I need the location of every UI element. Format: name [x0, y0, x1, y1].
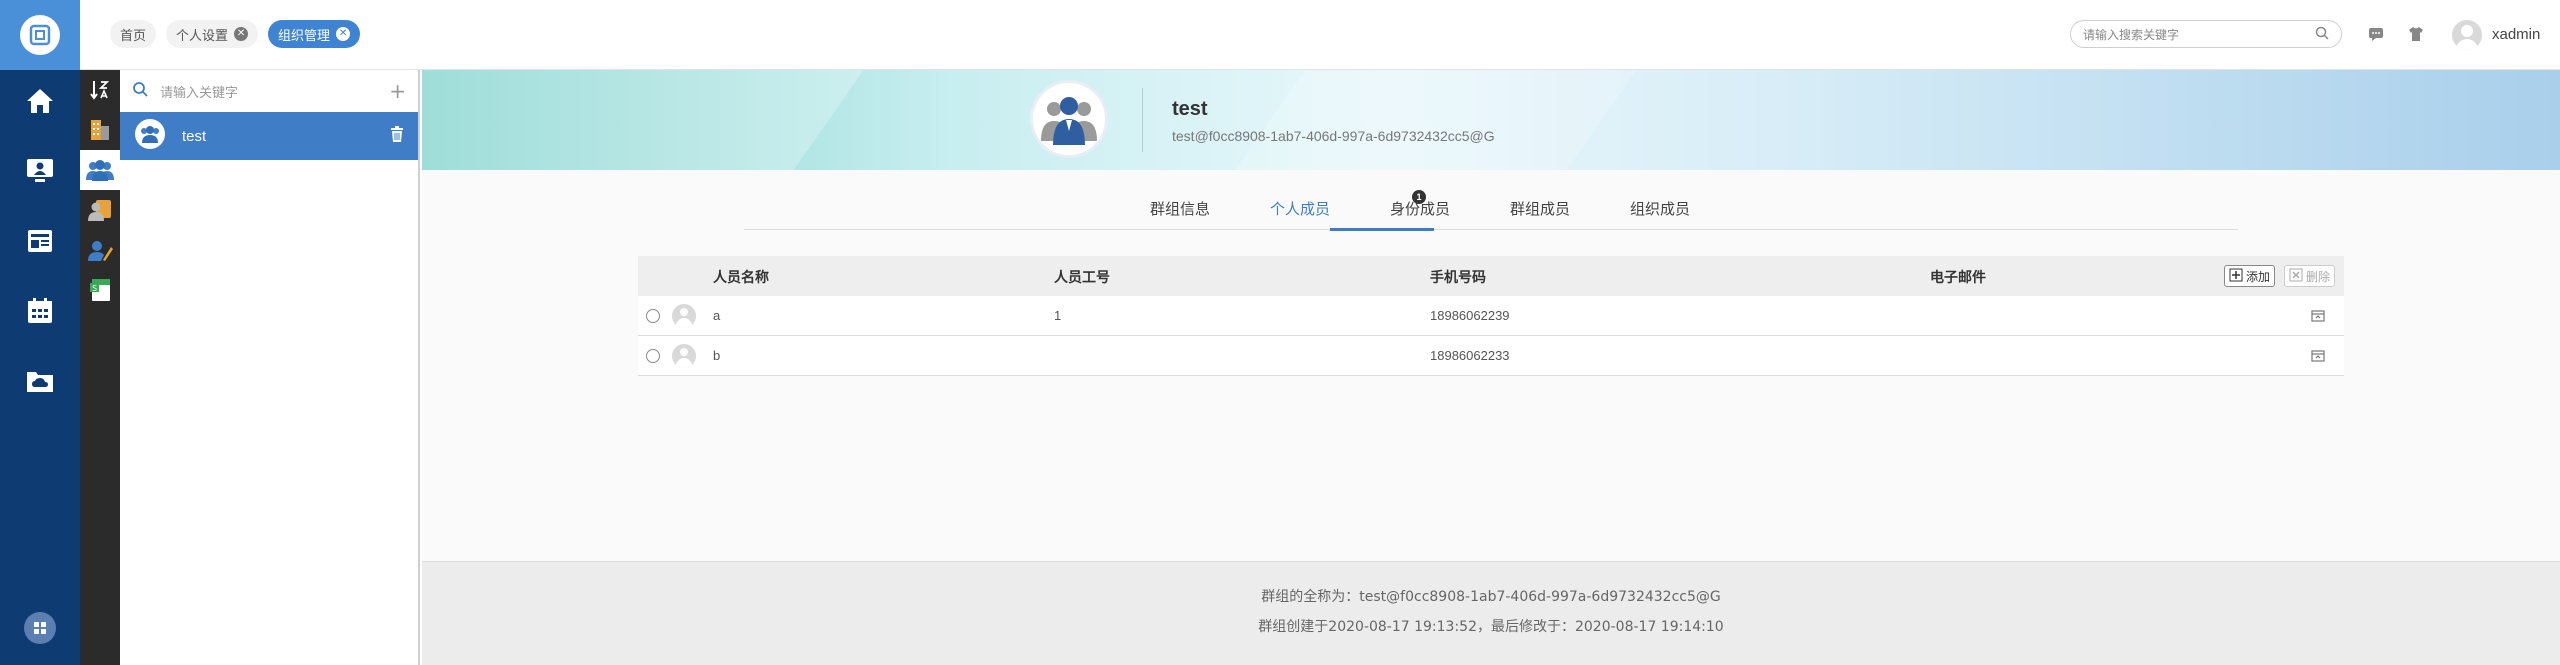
- search-icon[interactable]: [2315, 26, 2329, 43]
- trash-icon[interactable]: [390, 126, 404, 146]
- open-detail-icon[interactable]: [2311, 349, 2325, 363]
- table-header: 人员名称 人员工号 手机号码 电子邮件 添加 删除: [638, 256, 2344, 296]
- members-table: 人员名称 人员工号 手机号码 电子邮件 添加 删除 a 1 1898606223…: [638, 256, 2344, 376]
- tab-org-members[interactable]: 组织成员: [1630, 198, 1690, 219]
- row-radio[interactable]: [646, 349, 660, 363]
- add-icon: [2229, 268, 2243, 285]
- search-placeholder: 请输入搜索关键字: [2083, 27, 2180, 42]
- group-name: test: [182, 127, 207, 145]
- group-icon[interactable]: [80, 150, 120, 190]
- news-icon[interactable]: [0, 216, 80, 266]
- column-header: 人员名称: [713, 270, 769, 286]
- tab-label: 个人设置: [176, 28, 229, 44]
- group-list-item[interactable]: test: [120, 112, 418, 160]
- delete-icon: [2289, 268, 2303, 285]
- add-member-button[interactable]: 添加: [2224, 265, 2276, 287]
- member-avatar: [672, 304, 696, 328]
- delete-label: 删除: [2306, 269, 2331, 284]
- add-label: 添加: [2246, 269, 2271, 284]
- search-placeholder: 请输入关键字: [160, 85, 239, 101]
- person-edit-icon[interactable]: [80, 230, 120, 270]
- svg-text:S: S: [92, 284, 97, 293]
- group-list-panel: 请输入关键字 + test: [120, 70, 420, 665]
- main-content: test test@f0cc8908-1ab7-406d-997a-6d9732…: [422, 70, 2560, 665]
- user-avatar[interactable]: [2452, 20, 2482, 50]
- group-avatar-icon: [1030, 80, 1108, 158]
- tab-label: 组织管理: [278, 28, 331, 44]
- delete-member-button[interactable]: 删除: [2284, 265, 2336, 287]
- org-type-bar: S: [80, 70, 120, 665]
- column-header: 人员工号: [1054, 270, 1110, 286]
- detail-tabs: 群组信息 个人成员 身份成员 群组成员 组织成员: [744, 188, 2238, 230]
- banner-divider: [1142, 88, 1143, 152]
- close-icon[interactable]: ✕: [234, 27, 249, 41]
- member-employee-no: 1: [1054, 308, 1062, 323]
- home-icon[interactable]: [0, 76, 80, 126]
- group-banner: test test@f0cc8908-1ab7-406d-997a-6d9732…: [422, 70, 2560, 170]
- top-bar: 首页 个人设置 ✕ 组织管理 ✕ 请输入搜索关键字 xadmin: [0, 0, 2560, 70]
- tab-group-members[interactable]: 群组成员: [1510, 198, 1570, 219]
- message-icon[interactable]: [2366, 24, 2386, 44]
- app-logo[interactable]: [0, 0, 80, 70]
- tab-home[interactable]: 首页: [110, 20, 157, 48]
- cloud-folder-icon[interactable]: [0, 356, 80, 406]
- open-detail-icon[interactable]: [2311, 309, 2325, 323]
- close-icon[interactable]: ✕: [336, 27, 351, 41]
- member-mobile: 18986062239: [1430, 308, 1510, 323]
- tab-personal-members[interactable]: 个人成员: [1270, 198, 1330, 219]
- user-name[interactable]: xadmin: [2492, 26, 2540, 43]
- sheet-icon[interactable]: S: [80, 270, 120, 310]
- table-row[interactable]: b 18986062233: [638, 336, 2344, 376]
- group-footer: 群组的全称为：test@f0cc8908-1ab7-406d-997a-6d97…: [422, 561, 2560, 665]
- person-card-icon[interactable]: [80, 190, 120, 230]
- buildings-icon[interactable]: [80, 110, 120, 150]
- monitor-user-icon[interactable]: [0, 146, 80, 196]
- group-search-input[interactable]: 请输入关键字 +: [120, 70, 418, 112]
- row-radio[interactable]: [646, 309, 660, 323]
- apps-grid-icon[interactable]: [24, 612, 56, 644]
- group-identifier: test@f0cc8908-1ab7-406d-997a-6d9732432cc…: [1172, 128, 1495, 144]
- tab-personal-settings[interactable]: 个人设置 ✕: [166, 20, 259, 48]
- logo-icon: [20, 15, 60, 55]
- member-mobile: 18986062233: [1430, 348, 1510, 363]
- theme-shirt-icon[interactable]: [2406, 24, 2426, 44]
- member-avatar: [672, 344, 696, 368]
- active-tab-indicator: [1330, 228, 1434, 231]
- member-name: a: [713, 308, 721, 323]
- column-header: 手机号码: [1430, 270, 1486, 286]
- sort-icon[interactable]: [80, 70, 120, 110]
- table-row[interactable]: a 1 18986062239: [638, 296, 2344, 336]
- group-title: test: [1172, 98, 1208, 120]
- search-icon[interactable]: [132, 81, 148, 101]
- global-search-input[interactable]: 请输入搜索关键字: [2070, 20, 2342, 48]
- column-header: 电子邮件: [1930, 270, 1986, 286]
- member-name: b: [713, 348, 721, 363]
- member-count-badge: 1: [1412, 190, 1426, 204]
- add-group-button[interactable]: +: [389, 79, 406, 103]
- group-timestamps: 群组创建于2020-08-17 19:13:52，最后修改于：2020-08-1…: [1258, 619, 1724, 635]
- tab-group-info[interactable]: 群组信息: [1150, 198, 1210, 219]
- group-full-name: 群组的全称为：test@f0cc8908-1ab7-406d-997a-6d97…: [1261, 589, 1721, 605]
- page-tabs: 首页 个人设置 ✕ 组织管理 ✕: [110, 20, 361, 48]
- tab-label: 首页: [120, 28, 147, 44]
- calendar-icon[interactable]: [0, 286, 80, 336]
- tab-org-management[interactable]: 组织管理 ✕: [268, 20, 361, 48]
- group-avatar-icon: [134, 118, 166, 154]
- main-sidebar: [0, 70, 80, 665]
